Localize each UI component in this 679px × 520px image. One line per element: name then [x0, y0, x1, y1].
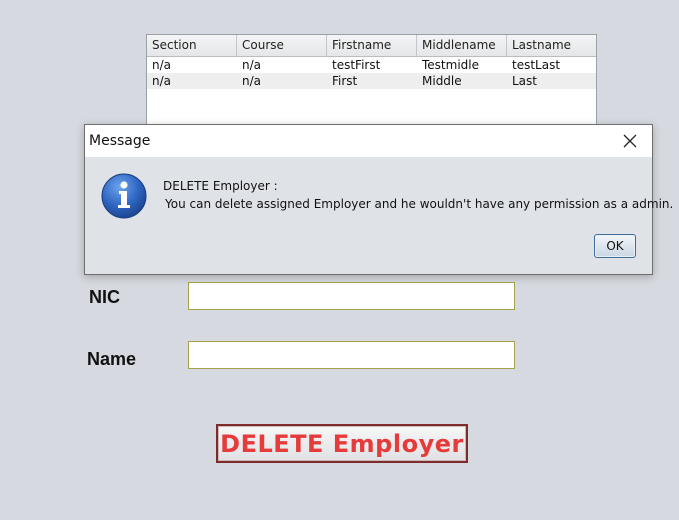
dialog-message-body: You can delete assigned Employer and he … — [165, 197, 674, 211]
table-cell: Testmidle — [422, 58, 479, 72]
table-header: Section Course Firstname Middlename Last… — [147, 35, 596, 57]
table-cell: testFirst — [332, 58, 381, 72]
nic-field[interactable] — [188, 282, 515, 310]
table-cell: n/a — [242, 74, 262, 88]
dialog-titlebar[interactable]: Message — [85, 125, 652, 157]
column-header-firstname[interactable]: Firstname — [327, 35, 417, 56]
column-header-lastname[interactable]: Lastname — [507, 35, 596, 56]
dialog-message-heading: DELETE Employer : — [163, 179, 278, 193]
table-cell: n/a — [152, 74, 172, 88]
column-header-middlename[interactable]: Middlename — [417, 35, 507, 56]
table-cell: testLast — [512, 58, 561, 72]
ok-button[interactable]: OK — [594, 234, 636, 258]
nic-label: NIC — [89, 287, 120, 307]
name-field[interactable] — [188, 341, 515, 369]
column-header-section[interactable]: Section — [147, 35, 237, 56]
table-row[interactable]: n/a n/a First Middle Last — [147, 73, 596, 89]
table-cell: n/a — [152, 58, 172, 72]
table-body: n/a n/a testFirst Testmidle testLast n/a… — [147, 57, 596, 89]
table-cell: Middle — [422, 74, 462, 88]
column-header-course[interactable]: Course — [237, 35, 327, 56]
table-cell: n/a — [242, 58, 262, 72]
table-cell: Last — [512, 74, 537, 88]
close-icon[interactable] — [608, 125, 652, 157]
employer-table[interactable]: Section Course Firstname Middlename Last… — [146, 34, 597, 130]
delete-employer-button[interactable]: DELETE Employer — [216, 424, 468, 463]
table-cell: First — [332, 74, 358, 88]
info-icon — [100, 172, 148, 220]
name-label: Name — [87, 349, 137, 369]
dialog-title: Message — [89, 133, 151, 149]
message-dialog: Message DELETE Employer : You can delete… — [84, 124, 673, 275]
table-row[interactable]: n/a n/a testFirst Testmidle testLast — [147, 57, 596, 73]
